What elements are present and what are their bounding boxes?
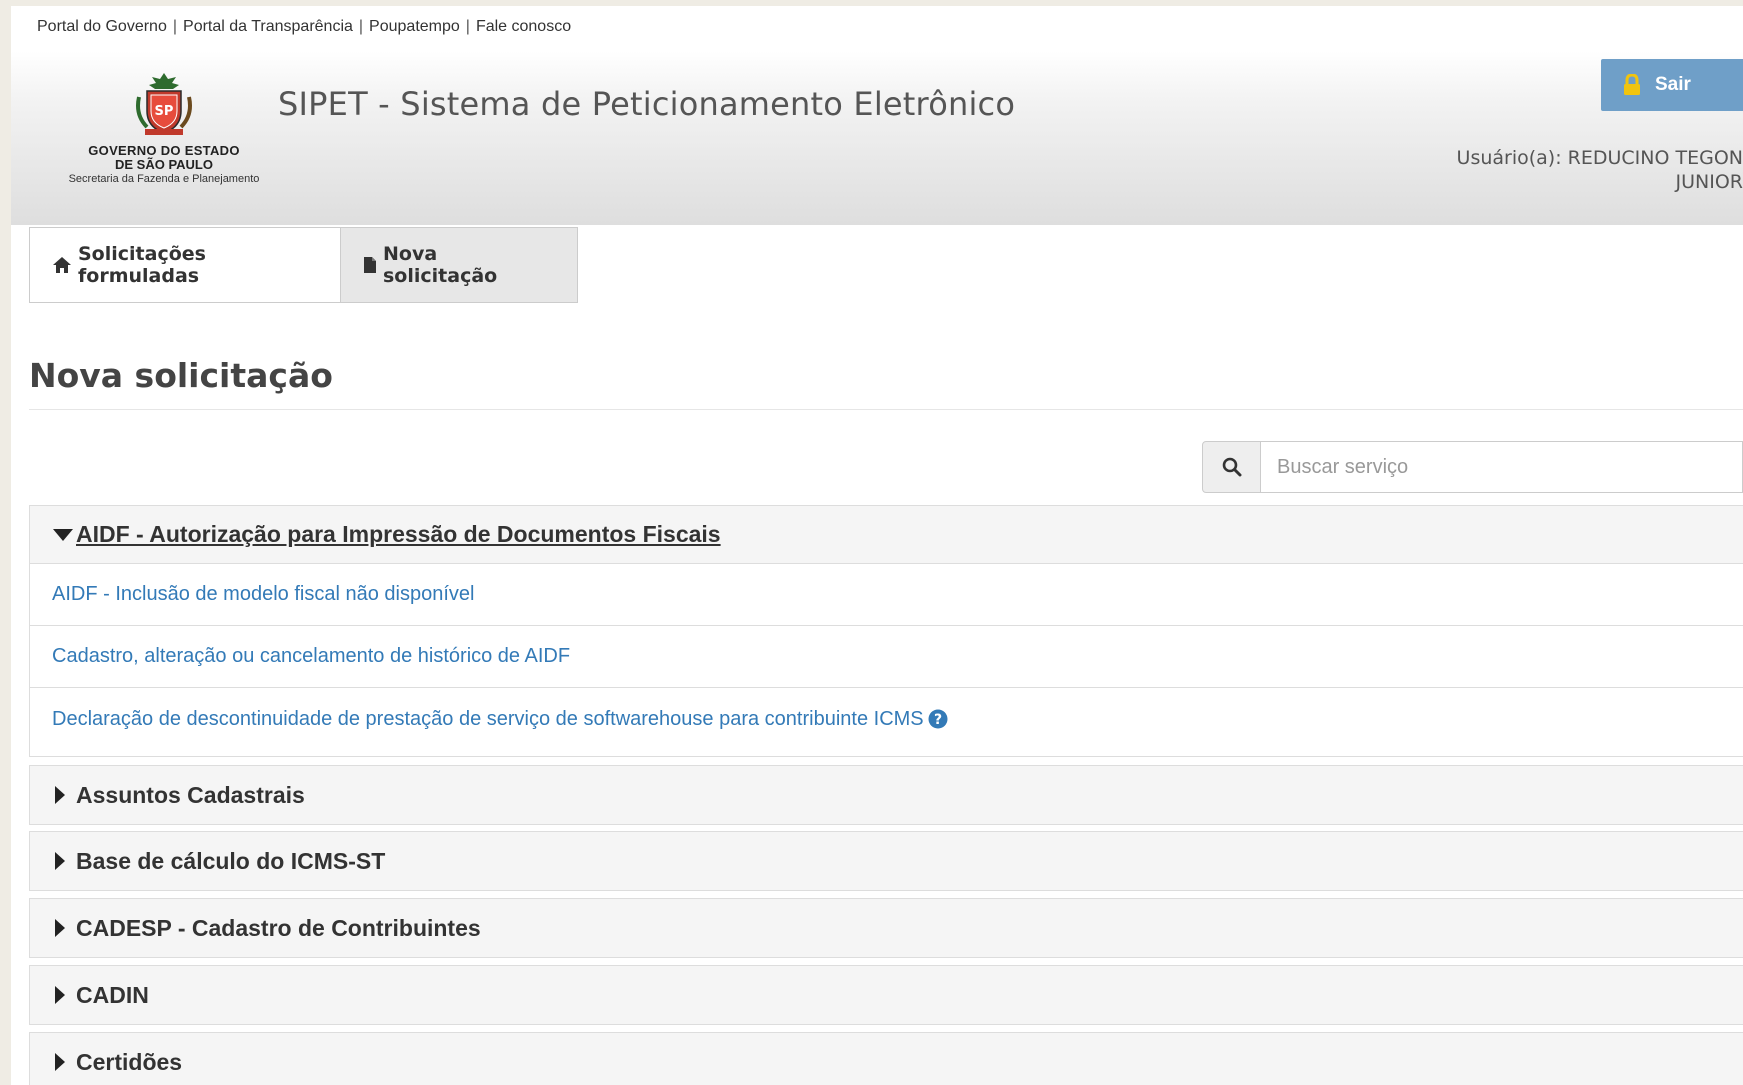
user-info: Usuário(a): REDUCINO TEGON JUNIOR	[1323, 146, 1743, 194]
government-logo[interactable]: SP GOVERNO DO ESTADO DE SÃO PAULO Secret…	[39, 71, 289, 201]
caret-right-icon	[54, 1052, 66, 1072]
svg-text:SP: SP	[155, 104, 174, 119]
service-label: AIDF - Inclusão de modelo fiscal não dis…	[52, 583, 475, 605]
logout-label: Sair	[1655, 74, 1691, 95]
link-fale-conosco[interactable]: Fale conosco	[476, 18, 571, 35]
category-panel-cadin[interactable]: CADIN	[29, 965, 1743, 1025]
logo-line-2: DE SÃO PAULO	[115, 157, 213, 172]
category-title: CADIN	[76, 981, 149, 1008]
service-link[interactable]: AIDF - Inclusão de modelo fiscal não dis…	[30, 564, 1743, 626]
category-title: AIDF - Autorização para Impressão de Doc…	[76, 521, 721, 547]
link-portal-transparencia[interactable]: Portal da Transparência	[183, 18, 353, 35]
top-links-bar: Portal do Governo | Portal da Transparênci…	[37, 18, 571, 36]
category-panel-certidoes[interactable]: Certidões	[29, 1032, 1743, 1085]
user-name-line-2: JUNIOR	[1675, 171, 1743, 193]
caret-right-icon	[54, 918, 66, 938]
service-label: Cadastro, alteração ou cancelamento de h…	[52, 645, 571, 667]
logo-line-1: GOVERNO DO ESTADO	[88, 143, 240, 158]
category-panel-aidf: AIDF - Autorização para Impressão de Doc…	[29, 505, 1743, 757]
tab-bar: Solicitações formuladas Nova solicitação	[29, 227, 578, 305]
search-input[interactable]	[1261, 441, 1743, 493]
svg-text:?: ?	[934, 712, 942, 728]
service-link[interactable]: Cadastro, alteração ou cancelamento de h…	[30, 626, 1743, 688]
search-icon	[1222, 457, 1242, 477]
search-button[interactable]	[1202, 441, 1261, 493]
category-panel-assuntos-cadastrais[interactable]: Assuntos Cadastrais	[29, 765, 1743, 825]
caret-right-icon	[54, 785, 66, 805]
home-icon	[52, 256, 72, 274]
service-link[interactable]: Declaração de descontinuidade de prestaç…	[30, 688, 1743, 750]
page: Portal do Governo | Portal da Transparênci…	[11, 6, 1743, 1085]
link-poupatempo[interactable]: Poupatempo	[369, 18, 460, 35]
user-name-line-1: Usuário(a): REDUCINO TEGON	[1456, 147, 1743, 169]
link-separator: |	[358, 18, 364, 35]
logo-line-3: Secretaria da Fazenda e Planejamento	[68, 173, 260, 185]
app-title: SIPET - Sistema de Peticionamento Eletrô…	[278, 85, 1016, 123]
logout-button[interactable]: Sair	[1601, 59, 1743, 111]
tab-label: Solicitações formuladas	[78, 243, 206, 287]
category-title: Certidões	[76, 1048, 183, 1075]
category-panel-base-calculo-icms-st[interactable]: Base de cálculo do ICMS-ST	[29, 831, 1743, 891]
search-group	[1202, 441, 1743, 493]
caret-right-icon	[54, 851, 66, 871]
category-title: CADESP - Cadastro de Contribuintes	[76, 914, 481, 941]
question-circle-icon[interactable]: ?	[928, 709, 948, 729]
service-label: Declaração de descontinuidade de prestaç…	[52, 707, 924, 730]
link-separator: |	[465, 18, 470, 35]
link-separator: |	[172, 18, 178, 35]
category-title: Assuntos Cadastrais	[76, 781, 305, 808]
tab-solicitacoes-formuladas[interactable]: Solicitações formuladas	[29, 227, 341, 303]
link-portal-governo[interactable]: Portal do Governo	[37, 18, 167, 35]
caret-down-icon	[52, 528, 74, 542]
coat-of-arms-icon: SP	[136, 73, 192, 135]
page-title: Nova solicitação	[29, 356, 333, 395]
caret-right-icon	[54, 985, 66, 1005]
title-divider	[29, 409, 1743, 410]
tab-nova-solicitacao[interactable]: Nova solicitação	[341, 227, 578, 303]
file-icon	[363, 256, 377, 274]
category-panel-cadesp[interactable]: CADESP - Cadastro de Contribuintes	[29, 898, 1743, 958]
header: SP GOVERNO DO ESTADO DE SÃO PAULO Secret…	[11, 51, 1743, 225]
tab-label: Nova solicitação	[383, 243, 498, 287]
category-header-aidf[interactable]: AIDF - Autorização para Impressão de Doc…	[30, 506, 1743, 564]
category-title: Base de cálculo do ICMS-ST	[76, 847, 386, 874]
lock-icon	[1623, 74, 1641, 96]
